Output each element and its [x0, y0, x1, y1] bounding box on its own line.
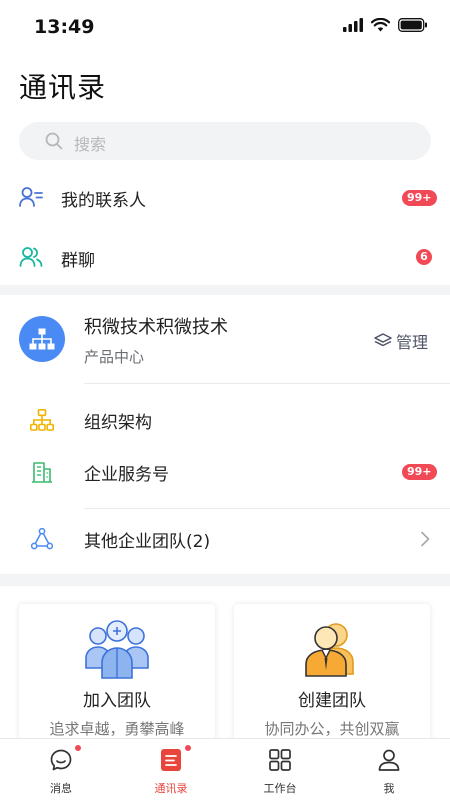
organization-department: 产品中心 — [84, 348, 145, 366]
organization-name: 积微技术积微技术 — [84, 317, 228, 338]
section-divider — [0, 285, 450, 295]
join-team-illustration — [85, 620, 149, 679]
list-item-label: 组织架构 — [84, 413, 152, 433]
section-divider — [0, 574, 450, 586]
list-item-label: 群聊 — [61, 251, 95, 271]
list-item-label: 我的联系人 — [61, 191, 146, 211]
list-item-enterprise-service[interactable]: 企业服务号 99+ — [0, 448, 450, 496]
status-icons — [343, 18, 428, 32]
message-icon — [50, 749, 72, 771]
list-item-group-chats[interactable]: 群聊 6 — [0, 232, 450, 282]
org-structure-icon — [30, 409, 54, 431]
profile-icon — [378, 749, 400, 771]
unread-badge: 99+ — [402, 190, 437, 206]
divider — [84, 383, 450, 384]
tab-profile[interactable]: 我 — [333, 739, 445, 800]
tab-contacts[interactable]: 通讯录 — [115, 739, 227, 800]
search-placeholder: 搜索 — [74, 135, 107, 154]
group-chat-icon — [19, 247, 43, 267]
wifi-icon — [371, 18, 390, 32]
search-input[interactable]: 搜索 — [19, 122, 431, 160]
signal-icon — [343, 18, 363, 32]
create-team-illustration — [305, 623, 354, 677]
layers-icon — [374, 333, 392, 347]
contacts-icon — [19, 187, 43, 207]
org-chart-icon — [29, 328, 55, 350]
chevron-right-icon — [421, 531, 430, 547]
card-subtitle: 协同办公，共创双赢 — [264, 720, 400, 738]
list-item-label: 企业服务号 — [84, 465, 169, 485]
tab-label: 工作台 — [263, 782, 297, 795]
notification-dot — [185, 745, 191, 751]
tab-label: 通讯录 — [154, 782, 188, 795]
divider — [84, 508, 450, 509]
tab-label: 我 — [383, 782, 395, 795]
list-item-label: 其他企业团队(2) — [84, 532, 211, 552]
building-icon — [32, 462, 52, 483]
card-title: 创建团队 — [298, 691, 366, 711]
organization-avatar — [19, 316, 65, 362]
bottom-tab-bar: 消息 通讯录 工作台 我 — [0, 738, 450, 800]
tab-label: 消息 — [50, 782, 72, 795]
card-title: 加入团队 — [83, 691, 151, 711]
battery-icon — [398, 18, 427, 32]
unread-badge: 6 — [416, 249, 432, 265]
card-subtitle: 追求卓越，勇攀高峰 — [49, 720, 185, 738]
list-item-org-structure[interactable]: 组织架构 — [0, 396, 450, 444]
status-bar: 13:49 — [0, 0, 450, 56]
search-icon — [45, 132, 63, 150]
unread-badge: 99+ — [402, 464, 437, 480]
status-time: 13:49 — [34, 16, 95, 38]
manage-label: 管理 — [396, 333, 429, 352]
contacts-book-icon — [161, 749, 181, 771]
manage-button[interactable]: 管理 — [374, 329, 428, 353]
list-item-other-teams[interactable]: 其他企业团队(2) — [0, 514, 450, 564]
tab-messages[interactable]: 消息 — [5, 739, 117, 800]
join-team-card[interactable]: 加入团队 追求卓越，勇攀高峰 — [19, 604, 215, 754]
teams-icon — [31, 528, 53, 550]
notification-dot — [75, 745, 81, 751]
workbench-icon — [269, 749, 291, 771]
tab-workbench[interactable]: 工作台 — [224, 739, 336, 800]
create-team-card[interactable]: 创建团队 协同办公，共创双赢 — [234, 604, 430, 754]
page-title: 通讯录 — [19, 71, 107, 104]
list-item-my-contacts[interactable]: 我的联系人 99+ — [0, 172, 450, 222]
